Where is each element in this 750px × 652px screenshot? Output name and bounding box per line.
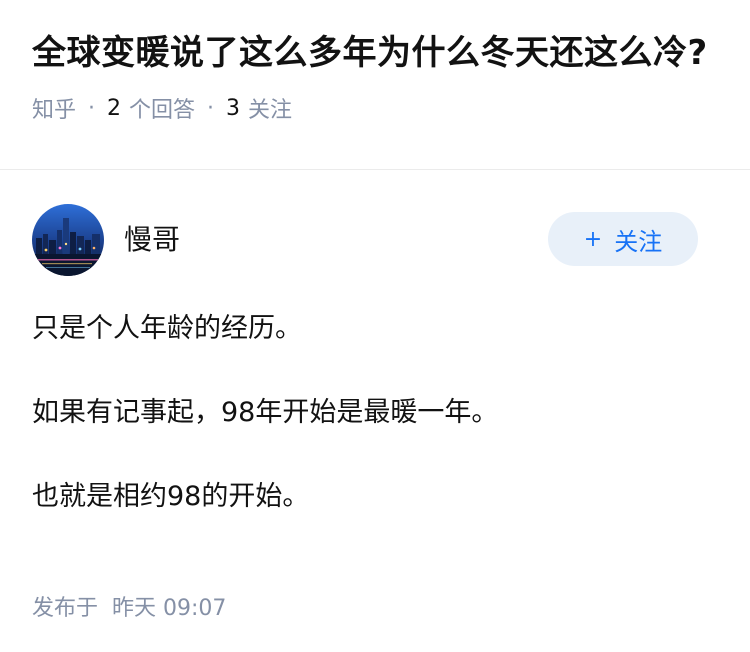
avatar-image	[32, 204, 104, 276]
answer-paragraph: 只是个人年龄的经历。	[32, 313, 302, 344]
publish-time: 发布于 昨天 09:07	[32, 590, 226, 622]
answer-body: 只是个人年龄的经历。 如果有记事起，98年开始是最暖一年。 也就是相约98的开始…	[32, 308, 718, 560]
publish-label: 发布于	[32, 596, 99, 621]
author-row: 慢哥 + 关注	[32, 204, 698, 276]
meta-separator: ·	[88, 95, 96, 121]
avatar[interactable]	[32, 204, 104, 276]
question-header: 全球变暖说了这么多年为什么冬天还这么冷? 知乎 · 2 个回答 · 3 关注	[0, 0, 750, 170]
publish-timestamp: 昨天 09:07	[112, 596, 227, 621]
source-label[interactable]: 知乎	[32, 92, 76, 124]
plus-icon: +	[583, 226, 603, 252]
answers-count: 2	[107, 95, 122, 121]
followers-label: 关注	[248, 98, 293, 123]
question-title[interactable]: 全球变暖说了这么多年为什么冬天还这么冷?	[32, 30, 718, 76]
follow-button-label: 关注	[614, 227, 663, 256]
followers-count: 3	[226, 95, 241, 121]
answer-paragraph: 如果有记事起，98年开始是最暖一年。	[32, 397, 499, 428]
author-name[interactable]: 慢哥	[124, 218, 180, 258]
answer-paragraph: 也就是相约98的开始。	[32, 481, 310, 512]
question-meta: 知乎 · 2 个回答 · 3 关注	[32, 92, 718, 124]
answers-label: 个回答	[129, 98, 196, 123]
meta-separator: ·	[207, 95, 215, 121]
follow-button[interactable]: + 关注	[548, 212, 698, 266]
